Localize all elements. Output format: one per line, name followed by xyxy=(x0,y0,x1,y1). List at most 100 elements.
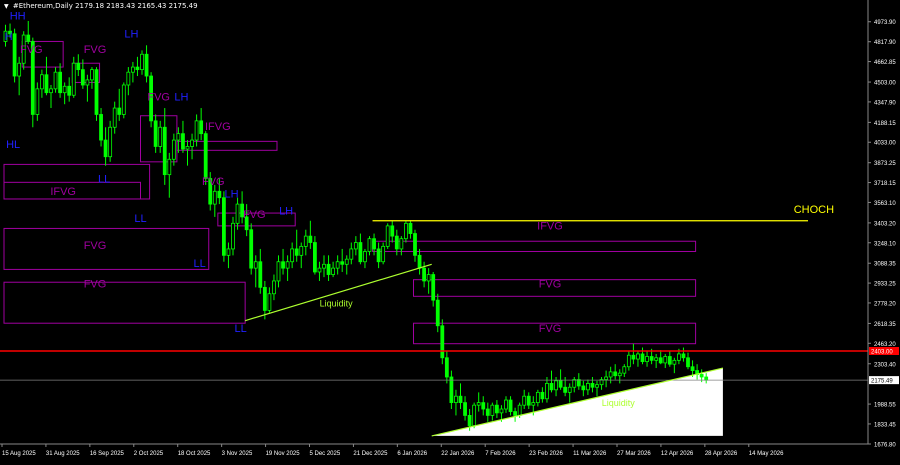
candle-body xyxy=(467,415,472,427)
candle-body xyxy=(626,354,631,368)
candle-body xyxy=(458,395,463,404)
candle-body xyxy=(558,380,563,388)
candle-body xyxy=(290,248,295,263)
candle-body xyxy=(326,263,331,275)
candle-body xyxy=(422,267,427,282)
candle-body xyxy=(463,402,467,416)
candle-body xyxy=(44,74,49,94)
price-tick-label: 4973.90 xyxy=(874,20,896,26)
candle-body xyxy=(99,114,103,141)
candle-body xyxy=(285,261,290,269)
time-tick-label: 12 Apr 2026 xyxy=(661,451,694,457)
candle-body xyxy=(85,79,90,86)
chart-label: LH xyxy=(174,91,188,103)
candle-body xyxy=(90,69,94,81)
candle-body xyxy=(258,261,263,288)
price-tick-label: 2778.20 xyxy=(874,301,896,307)
price-tick-label: 3718.15 xyxy=(874,181,896,187)
candle-body xyxy=(294,248,299,256)
chart-label: LH xyxy=(124,29,138,41)
candle-body xyxy=(249,229,254,269)
candle-body xyxy=(431,274,436,301)
candle-body xyxy=(108,126,113,158)
candle-body xyxy=(663,356,668,364)
price-tick-label: 4347.90 xyxy=(874,100,896,106)
candle-body xyxy=(212,190,217,205)
candle-body xyxy=(312,242,317,273)
candle-body xyxy=(299,245,304,256)
candle-body xyxy=(190,139,194,147)
time-tick-label: 23 Feb 2026 xyxy=(529,451,563,457)
candle-body xyxy=(499,408,504,414)
chart-label: LL xyxy=(134,213,146,225)
candle-body xyxy=(654,357,659,361)
candle-body xyxy=(444,357,449,378)
candle-body xyxy=(303,235,308,247)
chart-label: Liquidity xyxy=(602,398,636,408)
price-chart[interactable]: HHFVG FVGLHFVG LHIFVGHLLLIFVGFVGLHLL FVG LHF… xyxy=(0,0,900,460)
candle-body xyxy=(262,286,267,311)
candle-body xyxy=(449,376,454,404)
candle-body xyxy=(440,325,445,359)
candle-body xyxy=(130,66,135,73)
candle-body xyxy=(94,69,99,115)
price-tick-label: 4817.90 xyxy=(874,40,896,46)
candle-body xyxy=(276,261,281,282)
candle-body xyxy=(40,74,44,90)
chart-label: Liquidity xyxy=(320,299,354,309)
candle-body xyxy=(667,356,672,365)
candle-body xyxy=(613,371,618,377)
chart-label: FVG xyxy=(243,209,266,221)
candle-body xyxy=(622,366,627,374)
candle-body xyxy=(281,261,285,269)
price-tick-label: 2933.25 xyxy=(874,282,896,288)
price-tick-label: 2463.20 xyxy=(874,342,896,348)
time-tick-label: 2 Oct 2025 xyxy=(134,451,164,457)
candle-body xyxy=(221,197,226,256)
chart-label: FVG xyxy=(20,44,43,56)
candle-body xyxy=(167,158,172,176)
candle-body xyxy=(322,263,326,269)
current-price-tag-label: 2175.49 xyxy=(871,379,893,385)
candle-body xyxy=(649,356,654,361)
candle-body xyxy=(617,372,622,377)
candle-body xyxy=(408,222,413,234)
candle-body xyxy=(267,293,272,311)
chart-label: CHOCH xyxy=(794,204,834,216)
candle-body xyxy=(80,69,85,86)
candle-body xyxy=(121,84,126,115)
candle-body xyxy=(176,133,181,141)
candle-body xyxy=(699,374,704,378)
candle-body xyxy=(567,386,572,393)
symbol-label: #Ethereum,Daily xyxy=(12,2,73,10)
candle-body xyxy=(340,261,345,265)
price-tick-label: 3248.10 xyxy=(874,241,896,247)
candle-body xyxy=(690,366,695,371)
candle-body xyxy=(454,395,458,404)
price-tick-label: 3873.25 xyxy=(874,161,896,167)
candle-body xyxy=(76,62,81,71)
price-tick-label: 3088.35 xyxy=(874,262,896,268)
triangle-down-icon[interactable]: ▼ xyxy=(4,3,9,10)
candle-body xyxy=(135,66,140,71)
key-level-tag-label: 2403.00 xyxy=(871,349,893,355)
candle-body xyxy=(508,399,513,412)
chart-window[interactable]: HH FVG FVG LH FVG LH IFVG HL LL IFVG FVG LH LL FVG LH F… xyxy=(0,0,900,460)
candle-body xyxy=(185,146,190,150)
candle-body xyxy=(344,258,349,265)
candle-body xyxy=(586,382,590,391)
chart-label: HL xyxy=(6,139,20,151)
ohlc-label: 2179.18 2183.43 2165.43 2175.49 xyxy=(75,2,198,10)
time-tick-label: 16 Sep 2025 xyxy=(90,451,125,457)
candle-body xyxy=(513,411,517,416)
candle-body xyxy=(272,280,276,295)
candle-body xyxy=(677,353,681,361)
candle-body xyxy=(372,238,376,250)
candle-body xyxy=(481,402,486,410)
candle-body xyxy=(162,126,167,176)
candle-body xyxy=(426,274,431,282)
candle-body xyxy=(144,53,149,77)
chart-label: IFVG xyxy=(537,221,563,233)
candle-body xyxy=(403,222,408,240)
candle-body xyxy=(517,404,522,416)
